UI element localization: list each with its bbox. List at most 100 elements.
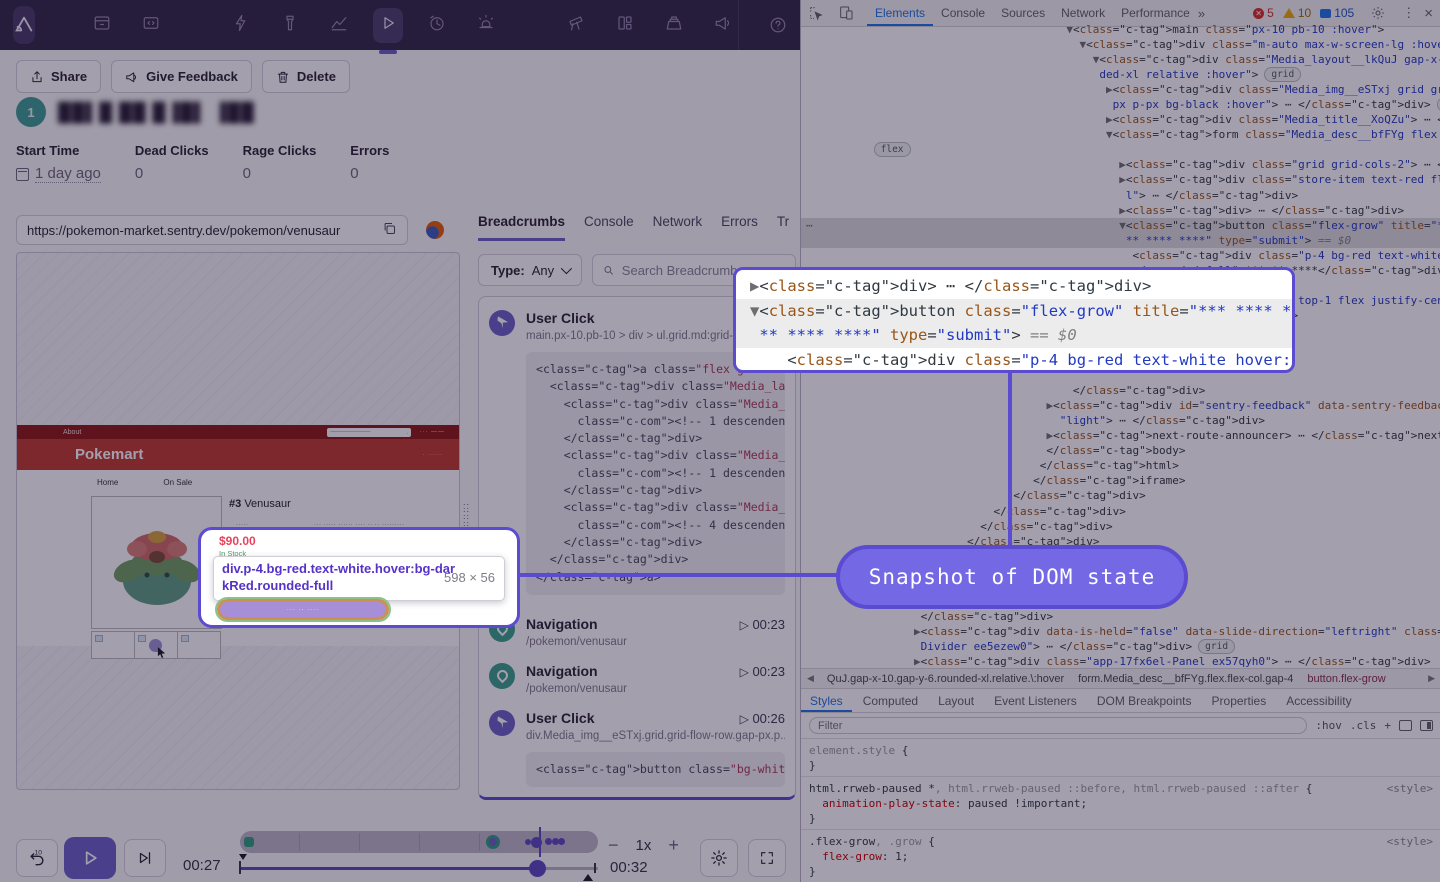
dom-tree-row[interactable]: "light"> ⋯ </class="c-tag">div> — [801, 413, 1440, 428]
dom-tree-row[interactable]: <class="c-tag">div class="p-4 bg-red tex… — [801, 248, 1440, 263]
styles-tab[interactable]: Layout — [929, 690, 983, 712]
path-item[interactable]: button.flex-grow — [1300, 673, 1392, 685]
dom-tree-row[interactable]: ▶<class="c-tag">div> ⋯ </class="c-tag">d… — [801, 203, 1440, 218]
nav-history-icon[interactable] — [422, 8, 452, 43]
dom-tree-row[interactable]: </class="c-tag">div> — [801, 504, 1440, 519]
new-style-rule-button[interactable]: + — [1384, 719, 1391, 732]
breadcrumb-entry[interactable]: Navigation ▷ 00:23 /pokemon/venusaur — [479, 650, 795, 697]
css-rule-source[interactable]: <style> — [1387, 781, 1433, 796]
highlighted-buy-button[interactable]: ··· ·· ···· — [217, 599, 389, 620]
more-tabs-icon[interactable]: » — [1198, 6, 1205, 21]
path-forward-icon[interactable]: ▶ — [1422, 673, 1440, 684]
replay-viewport[interactable]: About ————————˯ ··· —— Pokemart · ····· … — [16, 252, 460, 790]
devtools-menu-icon[interactable]: ⋮ — [1402, 5, 1415, 21]
replay-url[interactable]: https://pokemon-market.sentry.dev/pokemo… — [16, 215, 408, 245]
dom-tree-row[interactable]: ▼<class="c-tag">main class="px-10 pb-10 … — [801, 22, 1440, 37]
dom-tree-row[interactable]: l"> ⋯ </class="c-tag">div> — [801, 188, 1440, 203]
dom-tree-row[interactable]: </class="c-tag">div> — [801, 383, 1440, 398]
dom-tree-row[interactable]: flex — [801, 142, 1440, 157]
styles-tab[interactable]: Accessibility — [1277, 690, 1360, 712]
rendering-emulation-icon[interactable] — [1399, 720, 1412, 731]
nav-explore-icon[interactable] — [275, 8, 305, 43]
dom-tree-row[interactable]: ▼<class="c-tag">form class="Media_desc__… — [801, 127, 1440, 142]
toggle-classes[interactable]: .cls — [1350, 719, 1377, 732]
share-button[interactable]: Share — [16, 60, 101, 93]
css-rule[interactable]: html.rrweb-paused *, html.rrweb-paused :… — [801, 777, 1440, 830]
dom-tree-row[interactable]: </class="c-tag">div> — [801, 488, 1440, 503]
breadcrumbs-tab[interactable]: Network — [653, 214, 703, 241]
breadcrumb-timestamp[interactable]: ▷ 00:23 — [740, 664, 785, 679]
breadcrumb-timestamp[interactable]: ▷ 00:23 — [740, 617, 785, 632]
player-settings-button[interactable] — [700, 839, 738, 877]
inspect-element-icon[interactable] — [808, 5, 824, 21]
console-errors-badge[interactable]: ✕5 — [1253, 6, 1274, 20]
dom-tree-row[interactable]: ded-xl relative :hover">grid — [801, 67, 1440, 82]
dom-tree-row[interactable]: ⋯ ▼<class="c-tag">button class="flex-gro… — [801, 218, 1440, 233]
dom-tree-row[interactable]: ▶<class="c-tag">div class="Media_img__eS… — [801, 82, 1440, 97]
skip-to-end-button[interactable] — [124, 839, 166, 877]
timeline-minimap[interactable] — [240, 831, 598, 853]
console-warnings-badge[interactable]: 10 — [1283, 6, 1311, 20]
dom-tree-row[interactable]: </class="c-tag">html> — [801, 458, 1440, 473]
path-item[interactable]: form.Media_desc__bfFYg.flex.flex-col.gap… — [1071, 673, 1300, 685]
type-filter-select[interactable]: Type: Any — [478, 254, 582, 286]
nav-archive-icon[interactable] — [659, 8, 689, 43]
styles-tab[interactable]: DOM Breakpoints — [1088, 690, 1201, 712]
nav-dashboards-icon[interactable] — [324, 8, 354, 43]
scrubber-handle[interactable] — [529, 860, 546, 877]
nav-issues-icon[interactable] — [226, 8, 256, 43]
speed-decrease-button[interactable]: − — [608, 835, 619, 856]
dom-tree-row[interactable]: ▶<class="c-tag">div class="Media_title__… — [801, 112, 1440, 127]
breadcrumbs-tab[interactable]: Tr — [777, 214, 789, 241]
dom-tree-row[interactable]: ▶<class="c-tag">div class="store-item te… — [801, 172, 1440, 187]
delete-button[interactable]: Delete — [262, 60, 350, 93]
dom-tree-row[interactable]: ▶<class="c-tag">div class="app-17fx6el-P… — [801, 654, 1440, 668]
devtools-settings-icon[interactable] — [1370, 5, 1386, 21]
play-button[interactable] — [64, 837, 116, 879]
nav-alerts-icon[interactable] — [471, 8, 501, 43]
breadcrumbs-tab[interactable]: Breadcrumbs — [478, 214, 565, 241]
thumbnail[interactable] — [177, 631, 221, 659]
css-rule[interactable]: element.style { } — [801, 739, 1440, 777]
scrubber-track[interactable] — [240, 867, 598, 870]
dom-tree-row[interactable]: </class="c-tag">div> — [801, 609, 1440, 624]
dom-tree-row[interactable]: ▶<class="c-tag">div id="sentry-feedback"… — [801, 398, 1440, 413]
styles-tab[interactable]: Properties — [1203, 690, 1276, 712]
speed-increase-button[interactable]: + — [668, 835, 679, 856]
nav-releases-icon[interactable] — [87, 8, 117, 43]
nav-replays-icon[interactable] — [373, 8, 403, 43]
styles-tab[interactable]: Event Listeners — [985, 690, 1086, 712]
panel-resize-handle[interactable]: :: :::: :: — [463, 503, 473, 525]
css-rule[interactable]: .flex-grow, .grow {<style> flex-grow: 1;… — [801, 830, 1440, 882]
computed-sidebar-icon[interactable] — [1420, 720, 1433, 731]
timeline-cursor[interactable] — [539, 827, 541, 857]
sentry-logo[interactable] — [13, 6, 35, 44]
dom-tree-row[interactable]: </class="c-tag">iframe> — [801, 473, 1440, 488]
breadcrumb-entry[interactable]: User Click ▷ 00:26 div.Media_img__eSTxj.… — [479, 697, 795, 795]
dom-tree-row[interactable]: ** **** ****" type="submit"> == $0 — [801, 233, 1440, 248]
layout-badge[interactable]: grid — [1264, 67, 1301, 82]
breadcrumb-timestamp[interactable]: ▷ 00:26 — [740, 711, 785, 726]
console-messages-badge[interactable]: 105 — [1320, 6, 1354, 20]
css-rule-source[interactable]: <style> — [1387, 834, 1433, 849]
dom-tree-row[interactable]: Divider ee5ezew0"> ⋯ </class="c-tag">div… — [801, 639, 1440, 654]
rewind-10-button[interactable]: 10 — [16, 839, 58, 877]
nav-discover-icon[interactable] — [561, 8, 591, 43]
layout-badge[interactable]: grid — [1198, 639, 1235, 654]
path-back-icon[interactable]: ◀ — [801, 673, 820, 684]
devtools-close-icon[interactable]: × — [1424, 5, 1433, 22]
device-toolbar-icon[interactable] — [838, 5, 854, 21]
dom-tree-row[interactable]: ▼<class="c-tag">div class="m-auto max-w-… — [801, 37, 1440, 52]
breadcrumb-entry[interactable]: Navigation ▷ 00:23 /pokemon/venusaur — [479, 603, 795, 650]
help-icon[interactable] — [769, 16, 787, 34]
styles-tab[interactable]: Styles — [801, 690, 852, 712]
thumbnail-clicked[interactable] — [134, 631, 178, 659]
path-item[interactable]: QuJ.gap-x-10.gap-y-6.rounded-xl.relative… — [820, 673, 1071, 685]
copy-icon[interactable] — [382, 221, 397, 239]
layout-badge[interactable]: grid — [1437, 97, 1440, 112]
layout-badge[interactable]: flex — [874, 142, 911, 157]
dom-tree-row[interactable]: ▶<class="c-tag">div data-is-held="false"… — [801, 624, 1440, 639]
styles-filter-input[interactable] — [809, 717, 1307, 734]
breadcrumbs-tab[interactable]: Errors — [721, 214, 758, 241]
nav-projects-icon[interactable] — [136, 8, 166, 43]
